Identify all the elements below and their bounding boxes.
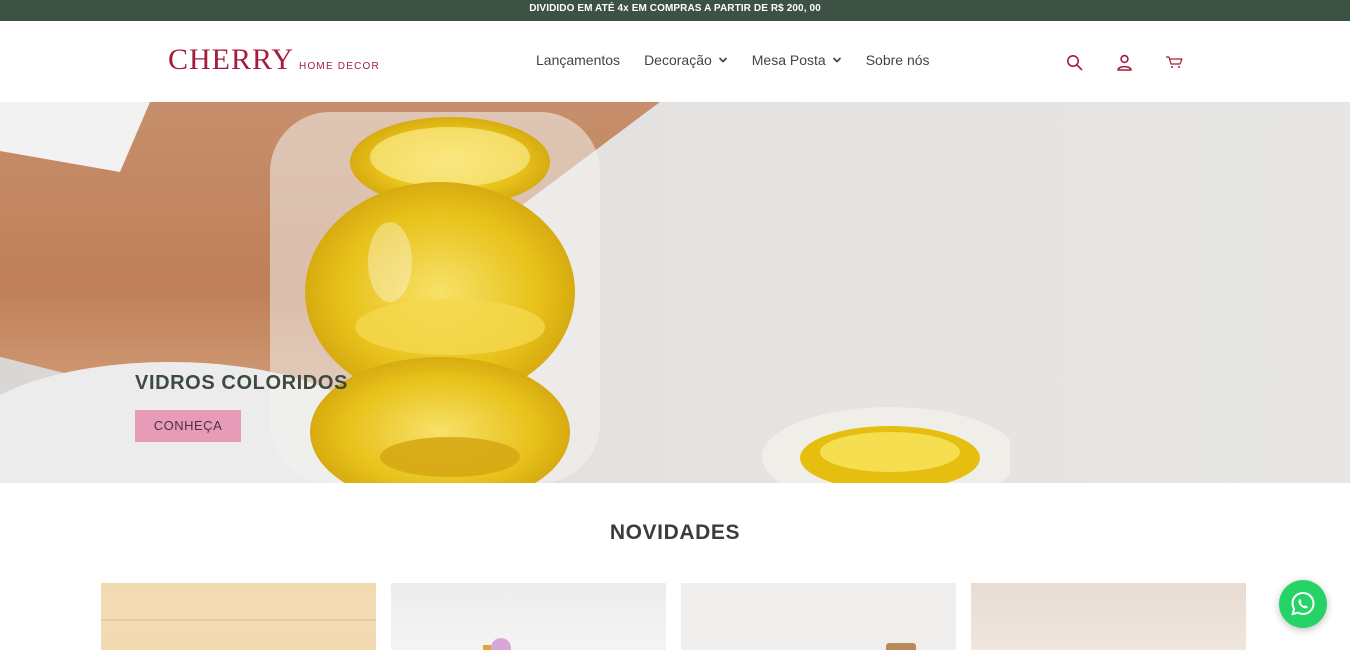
search-button[interactable] — [1064, 52, 1084, 72]
section-title: NOVIDADES — [609, 521, 741, 544]
nav-item-label: Decoração — [644, 52, 712, 68]
search-icon — [1066, 54, 1082, 70]
product-image — [491, 638, 511, 650]
logo-main-text: CHERRY — [168, 43, 295, 76]
nav-item-mesa-posta[interactable]: Mesa Posta — [752, 52, 842, 68]
nav-item-label: Sobre nós — [865, 52, 930, 68]
site-header: CHERRY HOME DECOR Lançamentos Decoração … — [0, 21, 1350, 102]
product-card[interactable] — [971, 583, 1246, 650]
product-image — [483, 645, 491, 650]
chevron-down-icon — [718, 57, 727, 63]
hero-cta-button[interactable]: CONHEÇA — [135, 410, 241, 442]
product-card[interactable] — [391, 583, 666, 650]
hero-banner[interactable]: VIDROS COLORIDOS CONHEÇA — [0, 102, 1350, 483]
account-button[interactable] — [1114, 52, 1134, 72]
announcement-bar: DIVIDIDO EM ATÉ 4x EM COMPRAS A PARTIR D… — [0, 0, 1350, 21]
logo-sub-text: HOME DECOR — [299, 61, 380, 72]
hero-image-vase-small — [762, 407, 1010, 483]
chevron-down-icon — [832, 57, 841, 63]
product-image — [101, 619, 376, 621]
announcement-text: DIVIDIDO EM ATÉ 4x EM COMPRAS A PARTIR D… — [529, 3, 821, 14]
product-image — [886, 643, 916, 650]
logo[interactable]: CHERRY HOME DECOR — [168, 43, 380, 77]
hero-title: VIDROS COLORIDOS — [135, 372, 348, 394]
whatsapp-button[interactable] — [1279, 580, 1327, 628]
nav-item-label: Mesa Posta — [751, 52, 826, 68]
whatsapp-icon — [1291, 591, 1315, 616]
nav-item-lancamentos[interactable]: Lançamentos — [536, 52, 620, 68]
nav-item-label: Lançamentos — [536, 52, 621, 68]
nav-item-decoracao[interactable]: Decoração — [644, 52, 728, 68]
main-nav: Lançamentos Decoração Mesa Posta Sobre n… — [536, 52, 930, 68]
product-card[interactable] — [681, 583, 956, 650]
header-actions — [1064, 52, 1184, 72]
product-grid — [101, 583, 1246, 650]
user-icon — [1116, 54, 1132, 71]
cart-icon — [1166, 56, 1183, 68]
product-card[interactable] — [101, 583, 376, 650]
nav-item-sobre-nos[interactable]: Sobre nós — [866, 52, 930, 68]
cart-button[interactable] — [1164, 52, 1184, 72]
hero-image-vase — [270, 112, 600, 483]
